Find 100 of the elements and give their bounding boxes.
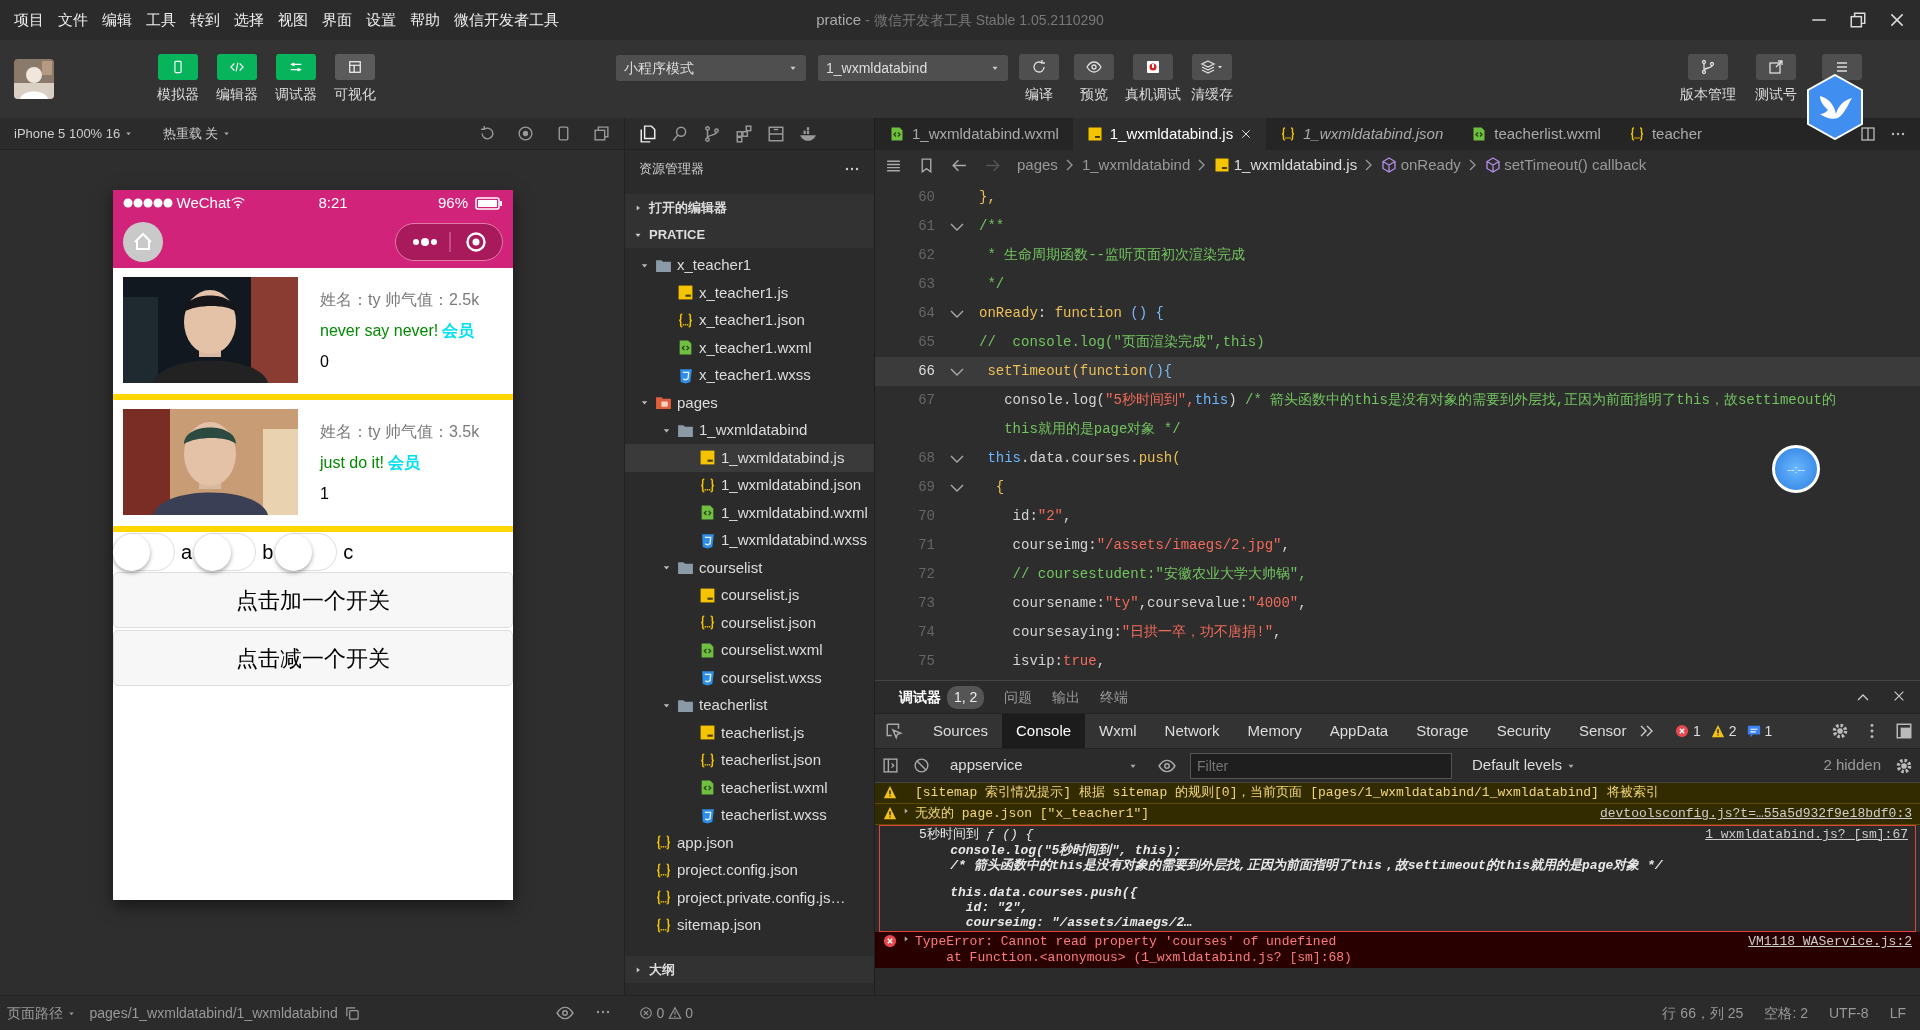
branch-icon[interactable]	[703, 124, 721, 143]
menu-item[interactable]: 工具	[139, 8, 183, 32]
settings-icon[interactable]	[1831, 722, 1849, 740]
tree-item[interactable]: teacherlist.wxml	[625, 774, 874, 802]
menu-item[interactable]: 编辑	[95, 8, 139, 32]
tree-item[interactable]: x_teacher1.json	[625, 306, 874, 334]
menu-item[interactable]: 转到	[183, 8, 227, 32]
devtools-tab[interactable]: Sources	[919, 714, 1003, 748]
close-icon[interactable]	[1892, 689, 1906, 703]
view-toggle-button[interactable]	[158, 53, 198, 80]
tree-item[interactable]: app.json	[625, 829, 874, 857]
eye-icon[interactable]	[556, 1004, 574, 1022]
hot-reload-select[interactable]: 热重载 关	[162, 123, 231, 144]
devtools-tab[interactable]: Network	[1150, 714, 1234, 748]
devtools-tab[interactable]: Wxml	[1085, 714, 1151, 748]
compile-select[interactable]: 1_wxmldatabind	[818, 55, 1008, 81]
sidebar-icon[interactable]	[882, 757, 899, 774]
toggle-switch[interactable]	[194, 533, 257, 571]
fold-icon[interactable]	[950, 221, 964, 232]
breadcrumb-item[interactable]: 1_wxmldatabind	[1081, 153, 1191, 177]
levels-select[interactable]: Default levels	[1466, 753, 1582, 778]
view-toggle-button[interactable]	[217, 53, 257, 80]
dock-icon[interactable]	[1895, 722, 1913, 740]
restore-icon[interactable]	[1849, 11, 1867, 29]
stop-icon[interactable]	[517, 125, 534, 142]
panel-tab[interactable]: 终端	[1090, 681, 1139, 713]
tree-item[interactable]: pages	[625, 389, 874, 417]
action-button[interactable]	[1019, 53, 1059, 80]
toggle-switch[interactable]	[275, 533, 338, 571]
source-link[interactable]: devtoolsconfig.js?t=…55a5d932f9e18bdf0:3	[1585, 806, 1912, 822]
section-header[interactable]: PRATICE	[625, 221, 874, 248]
windows-icon[interactable]	[593, 125, 610, 142]
tree-item[interactable]: x_teacher1	[625, 251, 874, 279]
tree-item[interactable]: x_teacher1.js	[625, 279, 874, 307]
panel-tab[interactable]: 调试器 1, 2	[889, 681, 995, 713]
line-ending-label[interactable]: LF	[1889, 1002, 1906, 1024]
fold-icon[interactable]	[950, 482, 964, 493]
section-header[interactable]: 打开的编辑器	[625, 194, 874, 221]
breadcrumb-item[interactable]: pages	[1017, 153, 1058, 177]
menu-item[interactable]: 界面	[315, 8, 359, 32]
breadcrumb-item[interactable]: 1_wxmldatabind.js	[1214, 153, 1358, 177]
source-link[interactable]: 1_wxmldatabind.js? [sm]:67	[1691, 827, 1908, 930]
action-button[interactable]	[1074, 53, 1114, 80]
home-button[interactable]	[123, 222, 163, 262]
action-button[interactable]: 点击减一个开关	[113, 630, 513, 686]
menu-item[interactable]: 设置	[359, 8, 403, 32]
tree-item[interactable]: teacherlist.json	[625, 746, 874, 774]
action-button[interactable]	[1192, 53, 1232, 80]
mode-select[interactable]: 小程序模式	[616, 55, 806, 81]
menu-item[interactable]: 帮助	[403, 8, 447, 32]
panel-icon[interactable]	[767, 124, 785, 143]
split-icon[interactable]	[1860, 126, 1876, 142]
source-link[interactable]: VM1118 WAService.js:2	[1734, 934, 1912, 966]
tree-item[interactable]: x_teacher1.wxml	[625, 334, 874, 362]
close-icon[interactable]	[1888, 11, 1906, 29]
devtools-tab[interactable]: Storage	[1402, 714, 1483, 748]
fold-icon[interactable]	[950, 308, 964, 319]
tree-item[interactable]: 1_wxmldatabind.json	[625, 471, 874, 499]
blocks-icon[interactable]	[735, 124, 753, 143]
tree-item[interactable]: 1_wxmldatabind.wxml	[625, 499, 874, 527]
tree-item[interactable]: x_teacher1.wxss	[625, 361, 874, 389]
breadcrumb-item[interactable]: setTimeout() callback	[1484, 153, 1647, 177]
tree-item[interactable]: courselist.wxss	[625, 664, 874, 692]
indent-setting[interactable]: 空格: 2	[1764, 1002, 1808, 1024]
menu-item[interactable]: 项目	[7, 8, 51, 32]
path-select[interactable]: 页面路径	[7, 1002, 76, 1024]
editor-tab[interactable]: 1_wxmldatabind.js	[1072, 118, 1267, 150]
bird-icon[interactable]	[1806, 74, 1864, 140]
toolbar-button[interactable]	[1822, 53, 1862, 80]
files-icon[interactable]	[639, 124, 657, 143]
clear-icon[interactable]	[913, 757, 930, 774]
copy-icon[interactable]	[344, 1005, 360, 1021]
menu-item[interactable]: 选择	[227, 8, 271, 32]
view-toggle-button[interactable]	[276, 53, 316, 80]
device-select[interactable]: iPhone 5 100% 16	[14, 123, 133, 144]
cursor-position[interactable]: 行 66，列 25	[1662, 1002, 1744, 1024]
toolbar-button[interactable]	[1756, 53, 1796, 80]
tree-item[interactable]: courselist	[625, 554, 874, 582]
menu-item[interactable]: 文件	[51, 8, 95, 32]
devtools-tab[interactable]: Security	[1482, 714, 1565, 748]
devtools-tab[interactable]: Console	[1002, 714, 1086, 748]
tree-item[interactable]: 1_wxmldatabind.js	[625, 444, 874, 472]
tree-item[interactable]: sitemap.json	[625, 911, 874, 939]
rotate-icon[interactable]	[479, 125, 496, 142]
menu-item[interactable]: 视图	[271, 8, 315, 32]
tree-item[interactable]: 1_wxmldatabind	[625, 416, 874, 444]
toolbar-button[interactable]	[1688, 53, 1728, 80]
tree-item[interactable]: courselist.wxml	[625, 636, 874, 664]
settings-icon[interactable]	[1895, 756, 1913, 775]
tree-item[interactable]: project.config.json	[625, 856, 874, 884]
tree-item[interactable]: courselist.js	[625, 581, 874, 609]
panel-tab[interactable]: 问题	[994, 681, 1043, 713]
tree-item[interactable]: project.private.config.js…	[625, 884, 874, 912]
tree-item[interactable]: teacherlist.wxss	[625, 801, 874, 829]
fold-icon[interactable]	[950, 366, 964, 377]
view-toggle-button[interactable]	[335, 53, 375, 80]
menu-item[interactable]: 微信开发者工具	[447, 8, 566, 32]
toggle-switch[interactable]	[113, 533, 175, 571]
panel-tab[interactable]: 输出	[1042, 681, 1091, 713]
tree-item[interactable]: teacherlist.js	[625, 719, 874, 747]
